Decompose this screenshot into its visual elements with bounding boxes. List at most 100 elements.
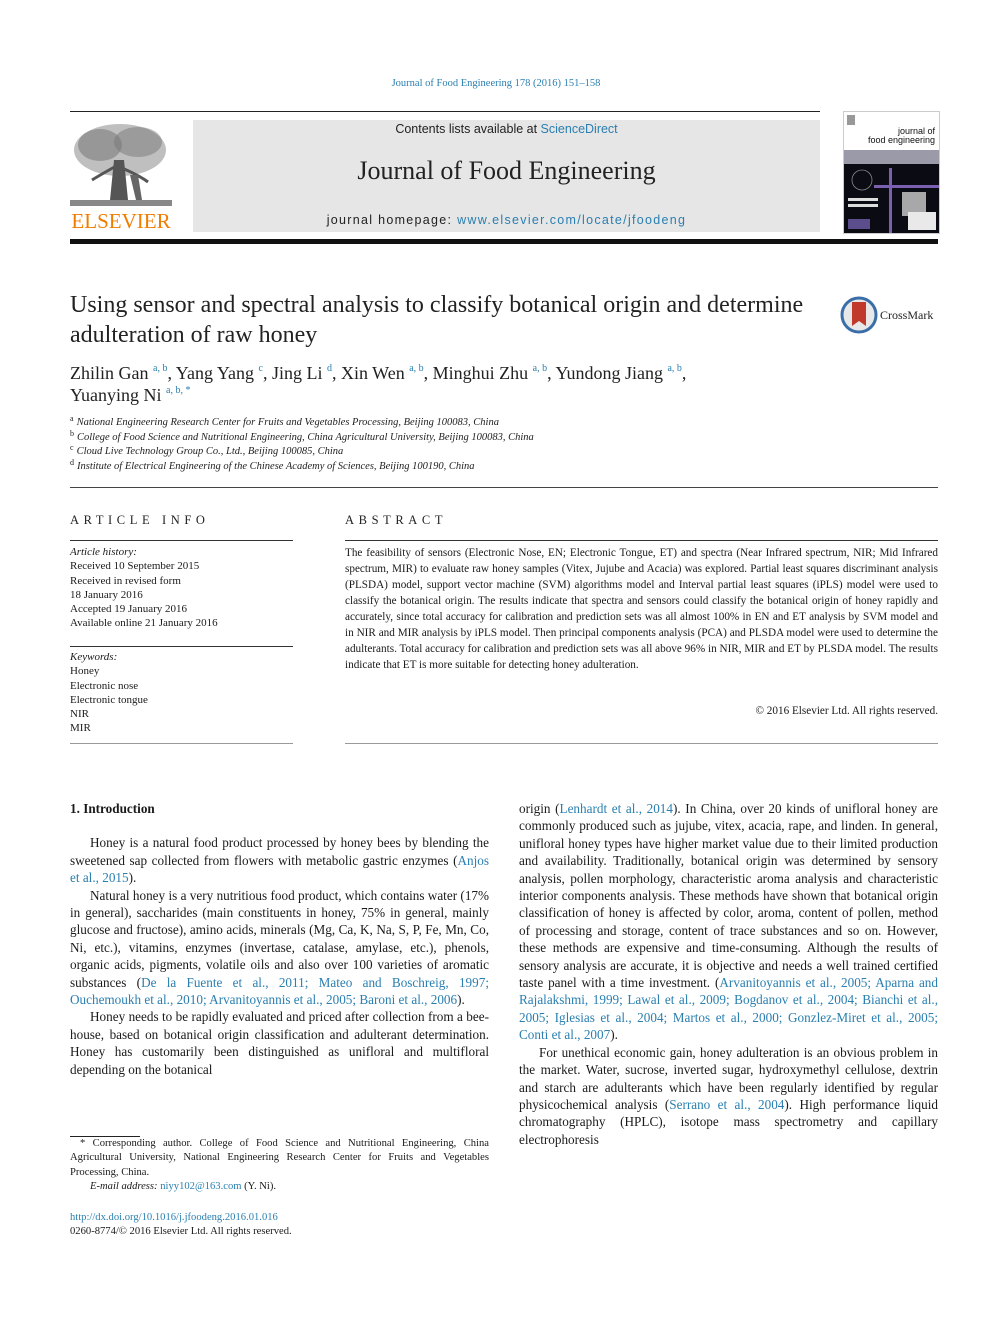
journal-cover-thumbnail[interactable]: journal of food engineering xyxy=(843,111,940,234)
affiliation-key: d xyxy=(70,457,74,467)
masthead-banner: Contents lists available at ScienceDirec… xyxy=(193,120,820,232)
contents-availability: Contents lists available at ScienceDirec… xyxy=(193,122,820,136)
history-entry: Received in revised form xyxy=(70,574,181,587)
author-affiliation-marker[interactable]: a, b xyxy=(153,363,167,374)
affiliation-key: b xyxy=(70,428,74,438)
article-info-heading: ARTICLE INFO xyxy=(70,513,210,527)
article-history-label: Article history: xyxy=(70,546,137,558)
affiliation: b College of Food Science and Nutritional… xyxy=(70,428,770,446)
cover-title-line2: food engineering xyxy=(868,135,935,145)
history-entry: Received 10 September 2015 xyxy=(70,560,200,573)
email-suffix: (Y. Ni). xyxy=(241,1181,277,1193)
author-separator: , xyxy=(167,363,176,383)
author-name[interactable]: Yundong Jiang xyxy=(555,363,663,383)
header-divider xyxy=(70,487,938,488)
author[interactable]: Xin Wen a, b, xyxy=(341,363,433,383)
paragraph-text: ). xyxy=(128,870,137,886)
author-separator: , xyxy=(331,363,341,383)
corresponding-author-text: * Corresponding author. College of Food … xyxy=(70,1138,489,1178)
citation-link[interactable]: Lenhardt et al., 2014 xyxy=(560,801,673,816)
body-column-left: 1. Introduction Honey is a natural food … xyxy=(70,800,489,1078)
affiliation-key: a xyxy=(70,414,74,423)
abstract-heading: ABSTRACT xyxy=(345,513,448,527)
elsevier-wordmark: ELSEVIER xyxy=(71,209,171,233)
author-name[interactable]: Minghui Zhu xyxy=(433,363,529,383)
crossmark-badge[interactable]: CrossMark xyxy=(840,296,940,334)
author-name[interactable]: Zhilin Gan xyxy=(70,363,149,383)
paragraph-text: origin ( xyxy=(519,801,560,816)
email-line: E-mail address: niyy102@163.com (Y. Ni). xyxy=(70,1180,489,1194)
keywords: Keywords: Honey Electronic nose Electron… xyxy=(70,650,293,736)
affiliation: a National Engineering Research Center fo… xyxy=(70,414,770,431)
affiliation-text: Institute of Electrical Engineering of t… xyxy=(77,460,475,472)
keyword: MIR xyxy=(70,722,91,735)
abstract-copyright: © 2016 Elsevier Ltd. All rights reserved… xyxy=(755,705,939,717)
body-paragraph: origin (Lenhardt et al., 2014). In China… xyxy=(519,800,938,1044)
author-affiliation-marker[interactable]: a, b xyxy=(533,363,547,374)
keyword: NIR xyxy=(70,708,89,721)
doi-link[interactable]: http://dx.doi.org/10.1016/j.jfoodeng.201… xyxy=(70,1212,278,1223)
journal-homepage: journal homepage: www.elsevier.com/locat… xyxy=(193,213,820,227)
keyword: Electronic tongue xyxy=(70,693,148,706)
author[interactable]: Yuanying Ni a, b, * xyxy=(70,385,190,405)
abstract-rule xyxy=(345,743,938,744)
article-title: Using sensor and spectral analysis to cl… xyxy=(70,292,804,348)
crossmark-icon xyxy=(840,296,878,334)
keyword: Electronic nose xyxy=(70,679,139,692)
history-entry: Available online 21 January 2016 xyxy=(70,617,218,630)
elsevier-tree-icon xyxy=(70,124,172,206)
body-paragraph: Natural honey is a very nutritious food … xyxy=(70,887,489,1009)
affiliation: c Cloud Live Technology Group Co., Ltd., … xyxy=(70,444,770,460)
paragraph-text: ). xyxy=(457,992,465,1008)
abstract-text: The feasibility of sensors (Electronic N… xyxy=(345,547,938,671)
citation-link[interactable]: Serrano et al., 2004 xyxy=(669,1097,784,1112)
author-name[interactable]: Yuanying Ni xyxy=(70,385,162,405)
paragraph-text: ). xyxy=(610,1027,618,1043)
author[interactable]: Yang Yang c, xyxy=(176,363,272,383)
masthead-top-rule xyxy=(70,111,820,112)
author-name[interactable]: Yang Yang xyxy=(176,363,254,383)
affiliations: a National Engineering Research Center fo… xyxy=(70,414,770,475)
author-separator: , xyxy=(681,363,687,383)
author[interactable]: Yundong Jiang a, b, xyxy=(555,363,686,383)
contents-prefix: Contents lists available at xyxy=(395,122,541,136)
crossmark-label: CrossMark xyxy=(880,308,934,322)
author-affiliation-marker[interactable]: a, b xyxy=(409,363,423,374)
body-column-right: origin (Lenhardt et al., 2014). In China… xyxy=(519,800,938,1148)
author-separator: , xyxy=(423,363,433,383)
issn-copyright: 0260-8774/© 2016 Elsevier Ltd. All right… xyxy=(70,1226,292,1238)
author-name[interactable]: Jing Li xyxy=(272,363,323,383)
affiliation-text: College of Food Science and Nutritional … xyxy=(77,431,534,443)
author[interactable]: Zhilin Gan a, b, xyxy=(70,363,176,383)
history-entry: 18 January 2016 xyxy=(70,588,143,601)
article-history: Article history: Received 10 September 2… xyxy=(70,545,293,631)
paragraph-text: Honey needs to be rapidly evaluated and … xyxy=(70,1009,489,1077)
body-paragraph: Honey needs to be rapidly evaluated and … xyxy=(70,1008,489,1078)
author-affiliation-marker[interactable]: a, b xyxy=(667,363,681,374)
abstract-rule xyxy=(345,540,938,541)
corresponding-author-footnote: * Corresponding author. College of Food … xyxy=(70,1137,489,1195)
affiliation-text: Cloud Live Technology Group Co., Ltd., B… xyxy=(76,446,344,457)
running-header[interactable]: Journal of Food Engineering 178 (2016) 1… xyxy=(0,78,992,89)
email-link[interactable]: niyy102@163.com xyxy=(160,1181,241,1192)
author-separator: , xyxy=(262,363,272,383)
journal-cover-image: journal of food engineering xyxy=(844,112,939,233)
author[interactable]: Jing Li d, xyxy=(272,363,341,383)
journal-citation-link[interactable]: Journal of Food Engineering 178 (2016) 1… xyxy=(392,78,601,89)
author-list: Zhilin Gan a, b, Yang Yang c, Jing Li d,… xyxy=(70,362,870,406)
body-paragraph: For unethical economic gain, honey adult… xyxy=(519,1044,938,1148)
author-name[interactable]: Xin Wen xyxy=(341,363,405,383)
sciencedirect-link[interactable]: ScienceDirect xyxy=(541,122,618,136)
keywords-label: Keywords: xyxy=(70,651,118,663)
author-affiliation-marker[interactable]: a, b, * xyxy=(166,385,190,396)
email-label: E-mail address: xyxy=(90,1181,161,1193)
article-info-rule xyxy=(70,646,293,647)
article-info-rule xyxy=(70,743,293,744)
affiliation: d Institute of Electrical Engineering of … xyxy=(70,457,770,475)
journal-homepage-link[interactable]: www.elsevier.com/locate/jfoodeng xyxy=(457,213,686,227)
paragraph-text: ). In China, over 20 kinds of unifloral … xyxy=(519,801,938,991)
paragraph-text: Honey is a natural food product processe… xyxy=(70,835,489,868)
masthead-bottom-rule xyxy=(70,239,938,244)
elsevier-logo[interactable]: ELSEVIER xyxy=(70,120,172,234)
author[interactable]: Minghui Zhu a, b, xyxy=(433,363,556,383)
